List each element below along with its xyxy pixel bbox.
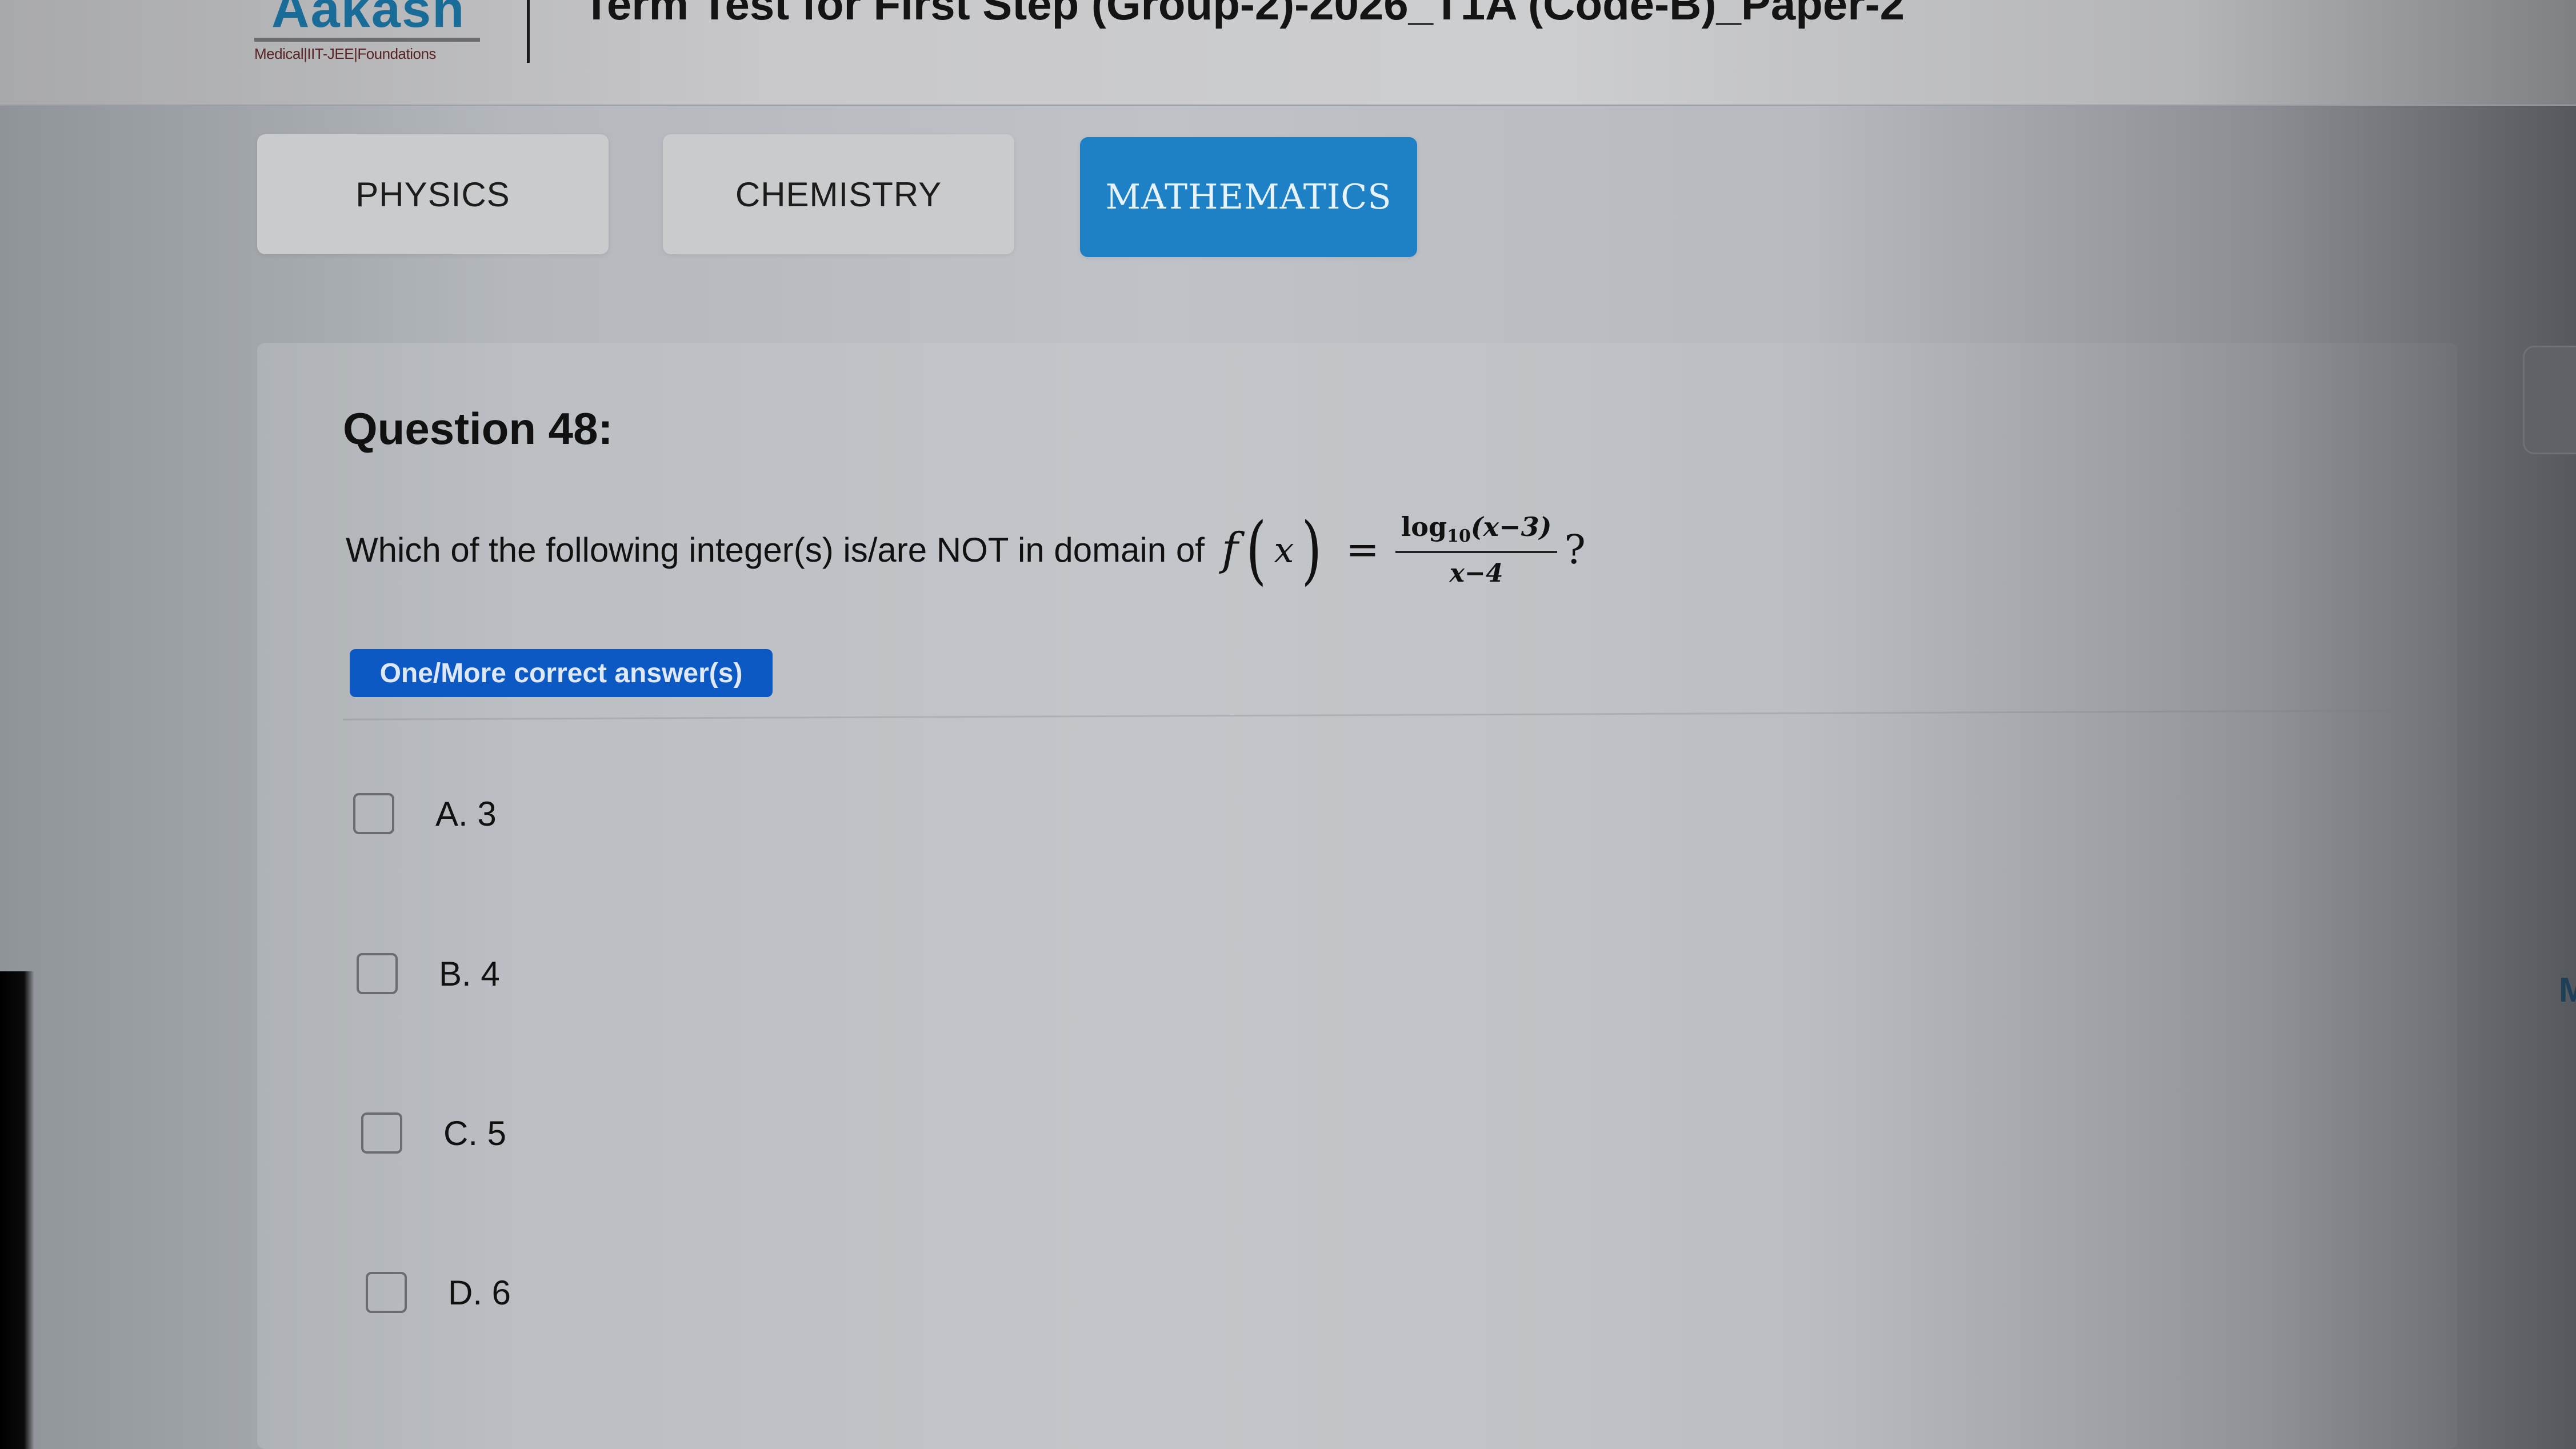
answer-type-badge: One/More correct answer(s) — [350, 649, 773, 697]
formula-denominator-text: x−4 — [1449, 559, 1503, 589]
formula-equals: = — [1346, 526, 1379, 574]
test-title: Term Test for First Step (Group-2)-2026_… — [583, 0, 1905, 29]
side-panel-letter: M — [2559, 971, 2576, 1009]
formula-log-arg: (x−3) — [1470, 511, 1552, 542]
header-bar: Aakash Medical|IIT-JEE|Foundations Term … — [0, 0, 2576, 106]
option-d[interactable]: D. 6 — [366, 1272, 511, 1313]
question-prompt: Which of the following integer(s) is/are… — [346, 530, 1205, 569]
aakash-logo: Aakash Medical|IIT-JEE|Foundations — [254, 0, 483, 63]
screen-bezel — [0, 971, 34, 1449]
header-divider — [527, 0, 530, 63]
formula-numerator: log10(x−3) — [1395, 511, 1558, 551]
question-number: Question 48: — [343, 403, 613, 454]
option-b[interactable]: B. 4 — [357, 953, 500, 994]
option-a-label: A. 3 — [435, 794, 497, 833]
side-panel-toggle[interactable] — [2523, 346, 2576, 454]
checkbox-b[interactable] — [357, 953, 398, 994]
formula-log-base: 10 — [1447, 526, 1471, 547]
formula-question-mark: ? — [1564, 526, 1586, 574]
checkbox-d[interactable] — [366, 1272, 407, 1313]
checkbox-a[interactable] — [353, 793, 394, 834]
formula-log: log — [1401, 511, 1447, 542]
exam-screen: Aakash Medical|IIT-JEE|Foundations Term … — [0, 0, 2576, 1449]
formula-open-paren: ( — [1246, 506, 1266, 594]
logo-name: Aakash — [271, 0, 466, 38]
option-b-label: B. 4 — [439, 954, 500, 993]
question-card — [257, 343, 2457, 1449]
formula-func: f — [1221, 524, 1238, 576]
question-text: Which of the following integer(s) is/are… — [346, 511, 1586, 588]
formula-denominator: x−4 — [1450, 553, 1503, 588]
option-d-label: D. 6 — [448, 1273, 511, 1312]
formula-fraction: log10(x−3) x−4 — [1395, 511, 1558, 588]
tab-physics[interactable]: PHYSICS — [257, 134, 609, 254]
formula-var: x — [1274, 529, 1294, 571]
option-c[interactable]: C. 5 — [361, 1112, 506, 1154]
option-c-label: C. 5 — [443, 1114, 507, 1152]
logo-tagline: Medical|IIT-JEE|Foundations — [254, 45, 436, 62]
logo-rule — [254, 38, 480, 42]
checkbox-c[interactable] — [361, 1112, 402, 1154]
formula-close-paren: ) — [1302, 506, 1322, 594]
tab-mathematics[interactable]: MATHEMATICS — [1080, 137, 1417, 257]
question-formula: f ( x ) = log10(x−3) x−4 ? — [1222, 511, 1586, 588]
tab-chemistry[interactable]: CHEMISTRY — [663, 134, 1014, 254]
option-a[interactable]: A. 3 — [353, 793, 497, 834]
